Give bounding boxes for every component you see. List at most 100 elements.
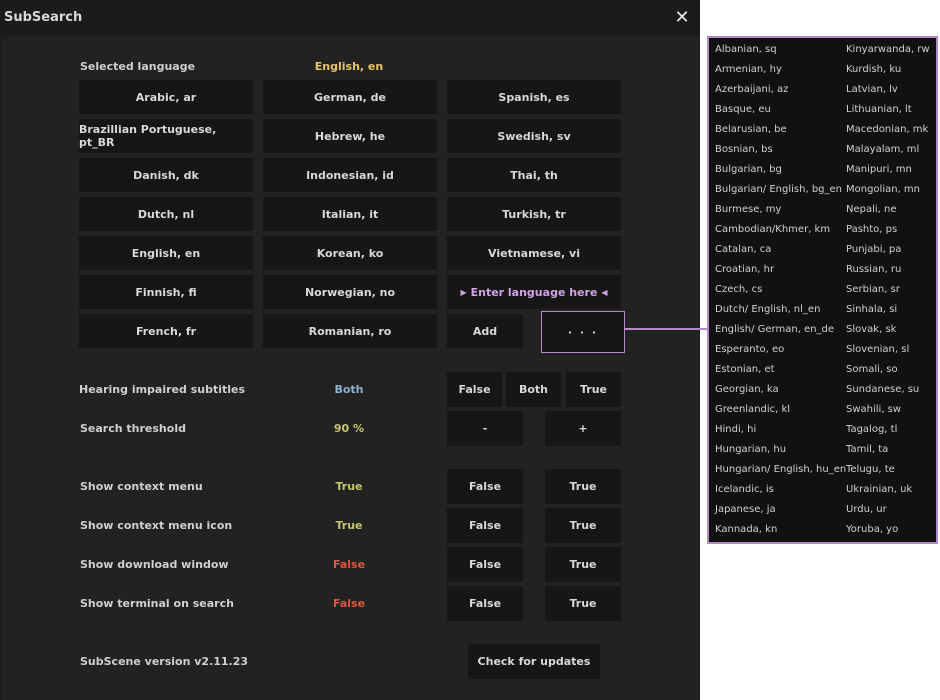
threshold-increase-button[interactable]: + [545, 411, 621, 446]
language-list-item[interactable]: Telugu, te [846, 464, 895, 475]
show-context-menu-false-button[interactable]: False [447, 469, 523, 504]
language-list-item[interactable]: Somali, so [846, 364, 898, 375]
language-list-item[interactable]: Pashto, ps [846, 224, 897, 235]
language-list-item[interactable]: Urdu, ur [846, 504, 887, 515]
language-list-item[interactable]: Croatian, hr [715, 264, 774, 275]
language-list-item[interactable]: Greenlandic, kl [715, 404, 790, 415]
language-button-arabic[interactable]: Arabic, ar [79, 80, 253, 114]
language-list-item[interactable]: Malayalam, ml [846, 144, 919, 155]
show-context-menu-true-button[interactable]: True [545, 469, 621, 504]
language-list-item[interactable]: Armenian, hy [715, 64, 782, 75]
language-list-item[interactable]: Ukrainian, uk [846, 484, 912, 495]
title-bar: SubSearch ✕ [0, 0, 700, 36]
language-list-item[interactable]: Hungarian, hu [715, 444, 786, 455]
language-button-korean[interactable]: Korean, ko [263, 236, 437, 270]
language-list-item[interactable]: Belarusian, be [715, 124, 787, 135]
search-threshold-label: Search threshold [80, 422, 186, 435]
language-list-item[interactable]: Albanian, sq [715, 44, 777, 55]
add-language-button[interactable]: Add [447, 314, 523, 348]
language-list-item[interactable]: Yoruba, yo [846, 524, 898, 535]
hearing-impaired-label: Hearing impaired subtitles [79, 383, 246, 396]
language-button-finnish[interactable]: Finnish, fi [79, 275, 253, 309]
language-list-item[interactable]: Catalan, ca [715, 244, 771, 255]
language-button-dutch[interactable]: Dutch, nl [79, 197, 253, 231]
language-list-item[interactable]: Burmese, my [715, 204, 781, 215]
language-list-item[interactable]: Slovenian, sl [846, 344, 909, 355]
language-button-thai[interactable]: Thai, th [447, 158, 621, 192]
language-button-hebrew[interactable]: Hebrew, he [263, 119, 437, 153]
language-list-item[interactable]: Georgian, ka [715, 384, 779, 395]
language-list-item[interactable]: Azerbaijani, az [715, 84, 788, 95]
hearing-impaired-value: Both [334, 383, 364, 396]
language-button-english[interactable]: English, en [79, 236, 253, 270]
language-list-item[interactable]: Kinyarwanda, rw [846, 44, 930, 55]
show-download-window-true-button[interactable]: True [545, 547, 621, 582]
language-button-french[interactable]: French, fr [79, 314, 253, 348]
language-list-item[interactable]: Bulgarian/ English, bg_en [715, 184, 842, 195]
language-button-italian[interactable]: Italian, it [263, 197, 437, 231]
language-list-item[interactable]: Punjabi, pa [846, 244, 901, 255]
language-list-item[interactable]: Mongolian, mn [846, 184, 920, 195]
threshold-decrease-button[interactable]: - [447, 411, 523, 446]
language-button-turkish[interactable]: Turkish, tr [447, 197, 621, 231]
enter-language-input[interactable]: ▶ Enter language here ◀ [447, 275, 621, 309]
language-list-item[interactable]: Bosnian, bs [715, 144, 773, 155]
show-context-menu-value: True [335, 480, 363, 493]
language-list-item[interactable]: English/ German, en_de [715, 324, 834, 335]
selected-language-label: Selected language [80, 60, 196, 73]
window-title: SubSearch [4, 10, 83, 25]
language-button-romanian[interactable]: Romanian, ro [263, 314, 437, 348]
language-list-item[interactable]: Latvian, lv [846, 84, 898, 95]
language-button-brazilian-portuguese[interactable]: Brazillian Portuguese, pt_BR [79, 119, 253, 153]
language-list-item[interactable]: Sundanese, su [846, 384, 919, 395]
show-context-menu-icon-true-button[interactable]: True [545, 508, 621, 543]
language-button-norwegian[interactable]: Norwegian, no [263, 275, 437, 309]
language-list-item[interactable]: Russian, ru [846, 264, 901, 275]
language-list-item[interactable]: Bulgarian, bg [715, 164, 782, 175]
language-button-german[interactable]: German, de [263, 80, 437, 114]
language-list-item[interactable]: Lithuanian, lt [846, 104, 912, 115]
language-list-item[interactable]: Czech, cs [715, 284, 762, 295]
language-button-danish[interactable]: Danish, dk [79, 158, 253, 192]
language-list-item[interactable]: Estonian, et [715, 364, 775, 375]
show-terminal-true-button[interactable]: True [545, 586, 621, 621]
triangle-left-icon: ◀ [601, 287, 608, 297]
dropdown-connector [624, 328, 708, 330]
language-list-item[interactable]: Hungarian/ English, hu_en [715, 464, 846, 475]
show-context-menu-label: Show context menu [80, 480, 203, 493]
language-list-item[interactable]: Serbian, sr [846, 284, 900, 295]
language-list-item[interactable]: Slovak, sk [846, 324, 896, 335]
language-list-item[interactable]: Manipuri, mn [846, 164, 912, 175]
language-button-indonesian[interactable]: Indonesian, id [263, 158, 437, 192]
language-list-item[interactable]: Swahili, sw [846, 404, 901, 415]
subsearch-window: SubSearch ✕ Selected language English, e… [0, 0, 700, 700]
show-download-window-value: False [332, 558, 366, 571]
show-download-window-false-button[interactable]: False [447, 547, 523, 582]
language-list-item[interactable]: Cambodian/Khmer, km [715, 224, 830, 235]
show-terminal-false-button[interactable]: False [447, 586, 523, 621]
hearing-impaired-true-button[interactable]: True [566, 372, 621, 407]
language-list-item[interactable]: Kannada, kn [715, 524, 777, 535]
language-list-item[interactable]: Kurdish, ku [846, 64, 901, 75]
more-languages-button[interactable]: · · · [541, 311, 625, 353]
show-context-menu-icon-false-button[interactable]: False [447, 508, 523, 543]
language-list-item[interactable]: Nepali, ne [846, 204, 897, 215]
language-button-spanish[interactable]: Spanish, es [447, 80, 621, 114]
language-list-item[interactable]: Sinhala, si [846, 304, 897, 315]
hearing-impaired-both-button[interactable]: Both [506, 372, 561, 407]
language-list-item[interactable]: Esperanto, eo [715, 344, 784, 355]
language-button-swedish[interactable]: Swedish, sv [447, 119, 621, 153]
language-list-item[interactable]: Dutch/ English, nl_en [715, 304, 820, 315]
close-icon[interactable]: ✕ [672, 7, 692, 27]
language-button-vietnamese[interactable]: Vietnamese, vi [447, 236, 621, 270]
language-list-item[interactable]: Tagalog, tl [846, 424, 897, 435]
show-terminal-value: False [332, 597, 366, 610]
check-for-updates-button[interactable]: Check for updates [468, 644, 600, 679]
language-list-item[interactable]: Icelandic, is [715, 484, 774, 495]
language-list-item[interactable]: Hindi, hi [715, 424, 756, 435]
hearing-impaired-false-button[interactable]: False [447, 372, 502, 407]
language-list-item[interactable]: Basque, eu [715, 104, 771, 115]
language-list-item[interactable]: Macedonian, mk [846, 124, 928, 135]
language-list-item[interactable]: Japanese, ja [715, 504, 776, 515]
language-list-item[interactable]: Tamil, ta [846, 444, 888, 455]
